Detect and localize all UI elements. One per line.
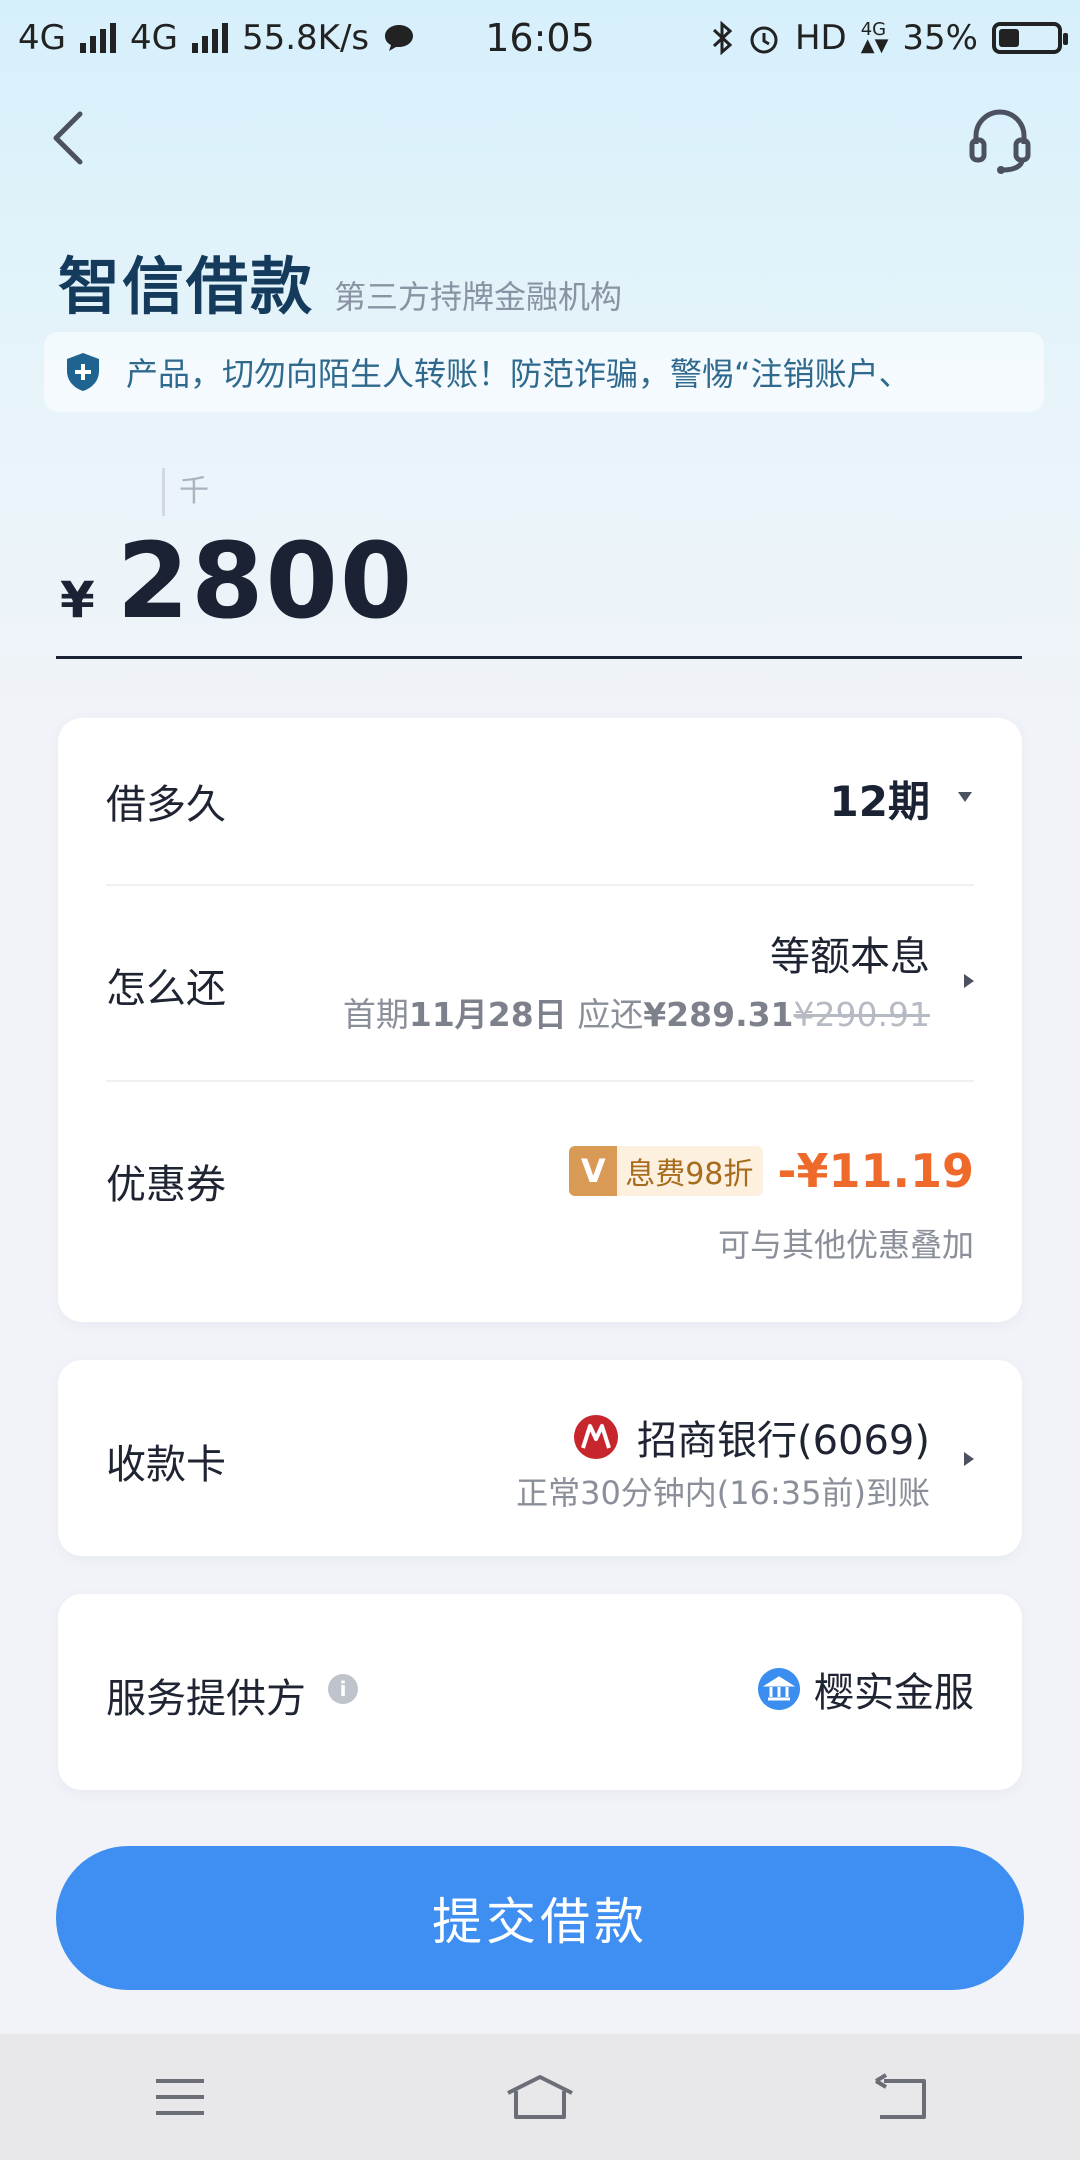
repayment-label: 怎么还	[106, 966, 226, 1012]
bank-building-icon	[758, 1668, 800, 1710]
bank-info: 招商银行(6069)	[573, 1408, 930, 1466]
back-arrow-icon	[874, 2073, 926, 2119]
menu-icon	[156, 2079, 204, 2115]
receiving-card-section[interactable]: 收款卡 招商银行(6069) 正常30分钟内(16:35前)到账	[58, 1360, 1022, 1556]
home-icon	[507, 2075, 573, 2119]
info-icon[interactable]: i	[328, 1674, 358, 1704]
network-speed: 55.8K/s	[241, 18, 370, 58]
cmb-bank-logo	[573, 1415, 618, 1459]
service-provider-section: 服务提供方 i 樱实金服	[58, 1594, 1022, 1790]
page-subtitle: 第三方持牌金融机构	[334, 278, 623, 316]
system-nav-bar	[0, 2034, 1080, 2160]
status-right: HD 4G ▲▼ 35%	[711, 18, 1068, 58]
bank-name: 招商银行(6069)	[636, 1418, 930, 1464]
provider-name: 樱实金服	[814, 1670, 974, 1716]
signal-4g-small-icon: 4G ▲▼	[860, 19, 889, 56]
page-title: 智信借款	[58, 250, 315, 323]
home-button[interactable]	[480, 2057, 600, 2137]
coupon-info[interactable]: V 息费98折 -¥11.19	[569, 1144, 974, 1198]
coupon-tag: V 息费98折	[569, 1146, 764, 1196]
arrival-time: 正常30分钟内(16:35前)到账	[516, 1474, 930, 1512]
amount-input[interactable]: ¥ 2800	[60, 520, 414, 642]
title-row: 智信借款 第三方持牌金融机构	[58, 236, 622, 326]
original-amount: ¥290.91	[793, 995, 930, 1034]
loan-details-card: 借多久 12期 怎么还 等额本息 首期11月28日 应还¥289.31¥290.…	[58, 718, 1022, 1322]
fraud-notice-banner: 产品，切勿向陌生人转账！防范诈骗，警惕“注销账户、	[44, 332, 1044, 412]
message-icon	[385, 25, 414, 51]
shield-plus-icon	[67, 353, 99, 391]
status-bar: 4G 4G 55.8K/s 16:05 HD 4G ▲▼ 35%	[0, 0, 1080, 76]
first-payment-prefix: 首期	[342, 995, 409, 1034]
amount-unit-hint: 千	[162, 468, 209, 516]
coupon-row[interactable]: 优惠券 V 息费98折 -¥11.19 可与其他优惠叠加	[106, 1080, 974, 1322]
signal-icon	[79, 23, 116, 53]
first-payment-info: 首期11月28日 应还¥289.31¥290.91	[343, 988, 930, 1036]
bluetooth-icon	[712, 21, 733, 55]
due-prefix: 应还	[577, 995, 644, 1034]
amount-value[interactable]: 2800	[117, 520, 414, 642]
amount-underline	[56, 656, 1022, 659]
term-value[interactable]: 12期	[830, 768, 930, 829]
network-type-2: 4G	[129, 18, 178, 58]
first-payment-date: 11月28日	[408, 995, 567, 1034]
term-row[interactable]: 借多久 12期	[106, 718, 974, 884]
battery-percent: 35%	[902, 18, 978, 58]
caret-right-icon	[964, 1452, 974, 1466]
battery-icon	[992, 22, 1068, 54]
battery-level	[999, 29, 1019, 47]
caret-right-icon	[964, 974, 974, 988]
alarm-icon	[750, 26, 778, 54]
service-provider-label: 服务提供方	[106, 1676, 306, 1722]
notice-text: 产品，切勿向陌生人转账！防范诈骗，警惕“注销账户、	[126, 355, 911, 393]
coupon-discount: -¥11.19	[777, 1144, 974, 1198]
receiving-card-label: 收款卡	[106, 1442, 226, 1488]
headset-icon	[969, 109, 1031, 174]
menu-button[interactable]	[120, 2057, 240, 2137]
due-amount: ¥289.31	[643, 995, 794, 1034]
status-left: 4G 4G 55.8K/s	[18, 18, 415, 58]
back-nav-button[interactable]	[840, 2057, 960, 2137]
term-label: 借多久	[106, 782, 226, 828]
customer-service-button[interactable]	[964, 104, 1036, 176]
provider-info: 樱实金服	[758, 1660, 974, 1718]
chevron-left-icon	[53, 111, 83, 165]
hd-indicator: HD	[794, 18, 847, 58]
repayment-row[interactable]: 怎么还 等额本息 首期11月28日 应还¥289.31¥290.91	[106, 884, 974, 1080]
coupon-note: 可与其他优惠叠加	[717, 1226, 974, 1264]
coupon-label: 优惠券	[106, 1162, 226, 1208]
receiving-card-row[interactable]: 收款卡 招商银行(6069) 正常30分钟内(16:35前)到账	[106, 1360, 974, 1556]
vip-badge-icon: V	[569, 1146, 618, 1196]
back-button[interactable]	[38, 100, 98, 176]
caret-down-icon	[958, 792, 972, 802]
network-type-1: 4G	[18, 18, 66, 58]
coupon-tag-text: 息费98折	[625, 1157, 754, 1192]
repayment-method: 等额本息	[770, 934, 930, 980]
signal-icon	[191, 23, 228, 53]
submit-loan-button[interactable]: 提交借款	[56, 1846, 1024, 1990]
currency-symbol: ¥	[60, 571, 95, 629]
service-provider-row: 服务提供方 i 樱实金服	[106, 1594, 974, 1790]
